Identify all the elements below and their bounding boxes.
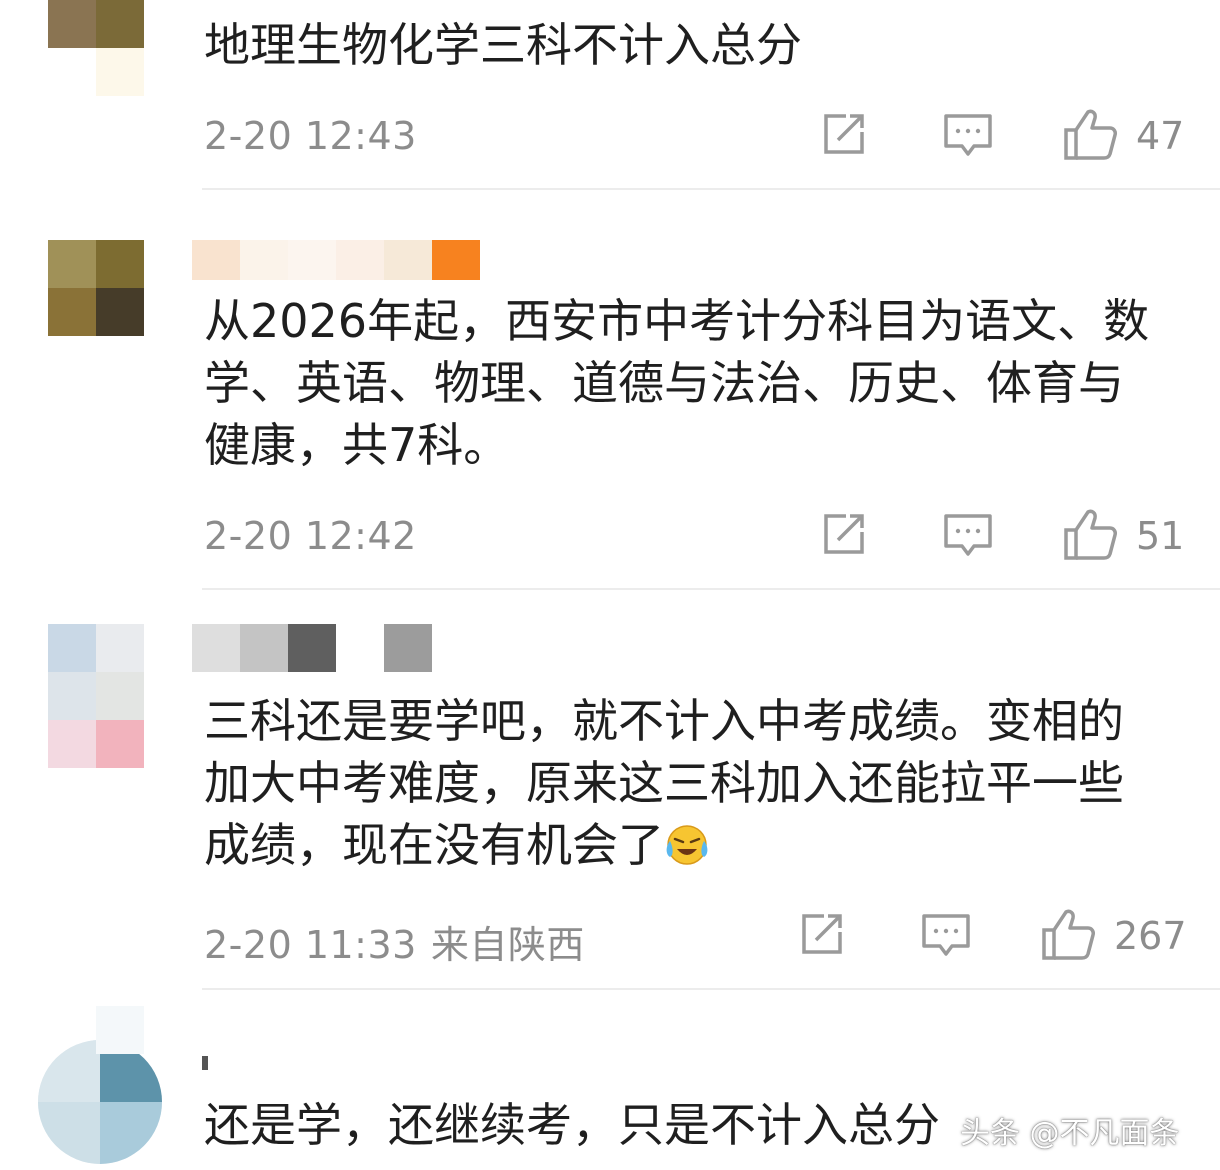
like-button[interactable]: 267 bbox=[1040, 906, 1187, 966]
avatar-blur-fragment bbox=[48, 48, 144, 96]
like-button[interactable]: 51 bbox=[1062, 506, 1184, 566]
comment-location: 来自陕西 bbox=[430, 923, 585, 967]
share-icon[interactable] bbox=[816, 506, 872, 562]
divider bbox=[202, 188, 1220, 190]
comment-text: 地理生物化学三科不计入总分 bbox=[204, 18, 802, 72]
thumbs-up-icon bbox=[1062, 106, 1118, 166]
avatar[interactable] bbox=[48, 240, 144, 336]
comment-timestamp-row: 2-20 11:33 来自陕西 bbox=[204, 914, 585, 969]
avatar[interactable] bbox=[48, 624, 144, 768]
like-count: 51 bbox=[1136, 514, 1185, 558]
share-icon[interactable] bbox=[794, 906, 850, 962]
like-count: 47 bbox=[1136, 114, 1185, 158]
username-blurred bbox=[192, 240, 480, 280]
comment-timestamp: 2-20 12:43 bbox=[204, 114, 417, 158]
laughing-crying-emoji-icon bbox=[664, 820, 710, 866]
reply-icon[interactable] bbox=[918, 906, 974, 962]
username-blurred bbox=[192, 624, 432, 672]
comment-meta: 2-20 11:33 来自陕西 267 bbox=[204, 906, 1187, 969]
comment-text: 从2026年起，西安市中考计分科目为语文、数学、英语、物理、道德与法治、历史、体… bbox=[204, 294, 1150, 472]
watermark: 头条 @不凡面条 bbox=[960, 1116, 1180, 1151]
thumbs-up-icon bbox=[1040, 906, 1096, 966]
comment-timestamp: 2-20 11:33 bbox=[204, 923, 417, 967]
thumbs-up-icon bbox=[1062, 506, 1118, 566]
divider bbox=[202, 588, 1220, 590]
share-icon[interactable] bbox=[816, 106, 872, 162]
like-button[interactable]: 47 bbox=[1062, 106, 1184, 166]
comment-text: 三科还是要学吧，就不计入中考成绩。变相的加大中考难度，原来这三科加入还能拉平一些… bbox=[204, 690, 1164, 876]
divider bbox=[202, 988, 1220, 990]
reply-icon[interactable] bbox=[940, 506, 996, 562]
avatar[interactable] bbox=[48, 0, 144, 48]
avatar[interactable] bbox=[38, 1040, 162, 1164]
username-blurred bbox=[192, 1056, 208, 1070]
avatar-blur-fragment bbox=[96, 1006, 144, 1054]
comment-meta: 2-20 12:42 51 bbox=[204, 506, 1184, 566]
reply-icon[interactable] bbox=[940, 106, 996, 162]
comment-timestamp: 2-20 12:42 bbox=[204, 514, 417, 558]
like-count: 267 bbox=[1114, 914, 1187, 958]
comment-meta: 2-20 12:43 47 bbox=[204, 106, 1184, 166]
